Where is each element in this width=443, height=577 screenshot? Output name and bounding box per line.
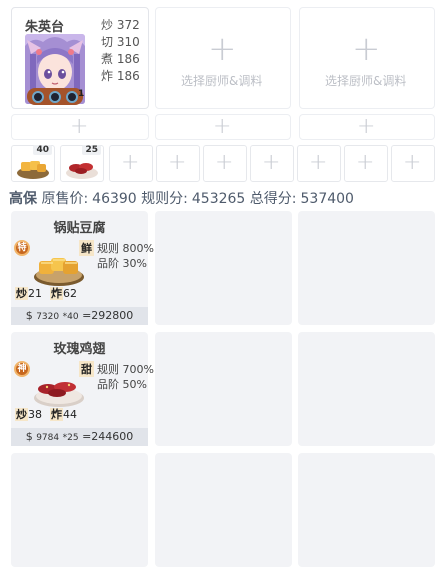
- empty-dish-card[interactable]: [155, 211, 292, 325]
- equals-sign: =: [82, 430, 92, 443]
- skill-requirement: 炸62: [50, 287, 77, 300]
- equipment-bar[interactable]: [27, 88, 83, 105]
- empty-dish-card[interactable]: [298, 332, 435, 446]
- recipe-count: 25: [82, 145, 101, 155]
- plus-icon: +: [262, 150, 281, 175]
- stat-value: 186: [116, 52, 140, 66]
- original-price-label: 原售价:: [41, 191, 89, 207]
- price-bar: $ 9784 *25 =244600: [11, 428, 148, 446]
- stat-label: 煮: [101, 52, 114, 66]
- original-price-value: 46390: [92, 191, 137, 207]
- plus-icon: +: [168, 150, 187, 175]
- stat-label: 炒: [101, 18, 114, 32]
- add-equip-slot[interactable]: +: [11, 114, 149, 140]
- add-recipe-slot[interactable]: +: [391, 145, 435, 182]
- plus-icon: +: [356, 150, 375, 175]
- wings-dish-image: [34, 382, 84, 407]
- plus-icon: +: [309, 150, 328, 175]
- add-recipe-slot[interactable]: +: [109, 145, 153, 182]
- skill-requirement: 炸44: [50, 408, 77, 421]
- empty-dish-card[interactable]: [11, 453, 148, 567]
- stat-label: 炸: [101, 69, 114, 83]
- currency-symbol: $: [25, 430, 33, 443]
- total-score-value: 537400: [300, 191, 354, 207]
- chef-stat-row: 煮 186: [101, 50, 140, 67]
- empty-chef-slot[interactable]: + 选择厨师&调料: [155, 7, 291, 109]
- empty-dish-card[interactable]: [155, 453, 292, 567]
- add-recipe-slot[interactable]: +: [250, 145, 294, 182]
- currency-symbol: $: [25, 309, 33, 322]
- total-score-label: 总得分:: [249, 191, 297, 207]
- add-recipe-slot[interactable]: +: [203, 145, 247, 182]
- rank-badge: 神: [14, 361, 30, 377]
- plus-icon: +: [208, 29, 237, 69]
- equals-sign: =: [82, 309, 92, 322]
- tier-multiplier: 品阶 30%: [97, 257, 147, 270]
- quantity: *25: [62, 433, 79, 443]
- tier-label: 高保: [9, 191, 37, 207]
- plus-icon: +: [213, 114, 232, 139]
- price-bar: $ 7320 *40 =292800: [11, 307, 148, 325]
- score-summary: 高保 原售价: 46390 规则分: 453265 总得分: 537400: [9, 188, 354, 208]
- add-equip-slot[interactable]: +: [155, 114, 291, 140]
- tofu-dish-image: [34, 258, 84, 286]
- tier-multiplier: 品阶 50%: [97, 378, 147, 391]
- empty-dish-card[interactable]: [298, 211, 435, 325]
- recipe-count: 40: [33, 145, 52, 155]
- rule-score-value: 453265: [191, 191, 246, 207]
- plus-icon: +: [70, 114, 89, 139]
- quantity: *40: [62, 312, 79, 322]
- rank-badge: 特: [14, 240, 30, 256]
- plus-icon: +: [352, 29, 381, 69]
- dish-card-wings[interactable]: 玫瑰鸡翅 神 甜 规则 700% 品阶 50% 炒38 炸44 $ 9784 *…: [11, 332, 154, 446]
- chef-stat-row: 炸 186: [101, 67, 140, 84]
- skill-requirement: 炒21: [15, 287, 42, 300]
- select-chef-label: 选择厨师&调料: [325, 74, 407, 88]
- flavor-tag: 甜: [79, 361, 94, 377]
- dish-total: 244600: [91, 430, 134, 443]
- empty-dish-card[interactable]: [298, 453, 435, 567]
- chef-stat-row: 切 310: [101, 33, 140, 50]
- dish-total: 292800: [91, 309, 134, 322]
- plus-icon: +: [121, 150, 140, 175]
- skill-requirement: 炒38: [15, 408, 42, 421]
- recipe-thumb-tofu[interactable]: 40: [11, 145, 55, 182]
- rule-multiplier: 规则 800%: [97, 242, 154, 255]
- equip-level: 1: [78, 89, 85, 99]
- add-equip-slot[interactable]: +: [299, 114, 435, 140]
- stat-value: 372: [116, 18, 140, 32]
- equip-slot-icon[interactable]: [65, 90, 78, 103]
- stat-value: 310: [116, 35, 140, 49]
- recipe-thumb-wings[interactable]: 25: [60, 145, 104, 182]
- equip-slot-icon[interactable]: [32, 90, 45, 103]
- add-recipe-slot[interactable]: +: [344, 145, 388, 182]
- equip-slot-icon[interactable]: [48, 90, 61, 103]
- dish-name: 玫瑰鸡翅: [53, 342, 106, 357]
- add-recipe-slot[interactable]: +: [297, 145, 341, 182]
- add-recipe-slot[interactable]: +: [156, 145, 200, 182]
- unit-price: 9784: [36, 433, 60, 443]
- stat-value: 186: [116, 69, 140, 83]
- plus-icon: +: [215, 150, 234, 175]
- chef-name: 朱英台: [25, 20, 65, 35]
- select-chef-label: 选择厨师&调料: [181, 74, 263, 88]
- stat-label: 切: [101, 35, 114, 49]
- plus-icon: +: [357, 114, 376, 139]
- wings-dish-icon: [66, 163, 98, 179]
- dish-name: 锅贴豆腐: [53, 221, 106, 236]
- tofu-dish-icon: [17, 161, 49, 179]
- chef-card[interactable]: 朱英台 1 炒 372 切 310 煮 186 炸 186: [11, 7, 149, 109]
- flavor-tag: 鲜: [79, 240, 94, 256]
- empty-chef-slot[interactable]: + 选择厨师&调料: [299, 7, 435, 109]
- unit-price: 7320: [36, 312, 60, 322]
- dish-card-tofu[interactable]: 锅贴豆腐 特 鲜 规则 800% 品阶 30% 炒21 炸62 $ 7320 *…: [11, 211, 154, 325]
- chef-stat-row: 炒 372: [101, 16, 140, 33]
- rule-score-label: 规则分:: [141, 191, 188, 207]
- plus-icon: +: [403, 150, 422, 175]
- empty-dish-card[interactable]: [155, 332, 292, 446]
- rule-multiplier: 规则 700%: [97, 363, 154, 376]
